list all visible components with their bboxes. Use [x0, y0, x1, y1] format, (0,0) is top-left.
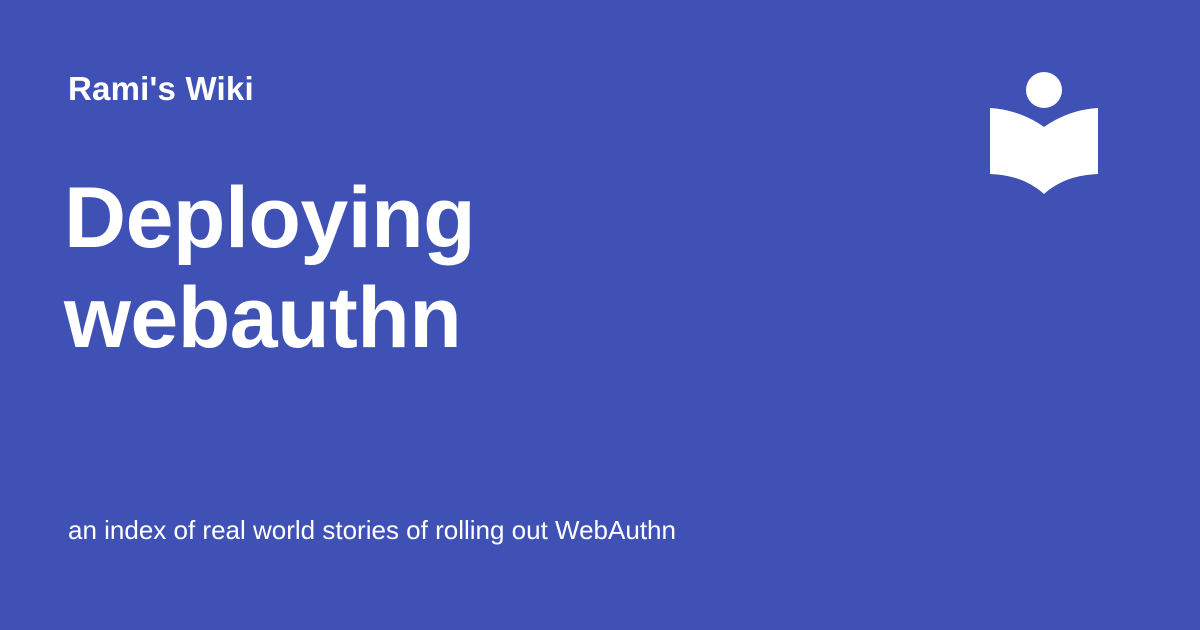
social-card: Rami's Wiki Deploying webauthn an index …: [0, 0, 1200, 630]
page-title: Deploying webauthn: [64, 170, 476, 366]
page-description: an index of real world stories of rollin…: [68, 515, 676, 545]
site-name: Rami's Wiki: [68, 70, 254, 107]
book-reader-icon: [988, 70, 1100, 198]
